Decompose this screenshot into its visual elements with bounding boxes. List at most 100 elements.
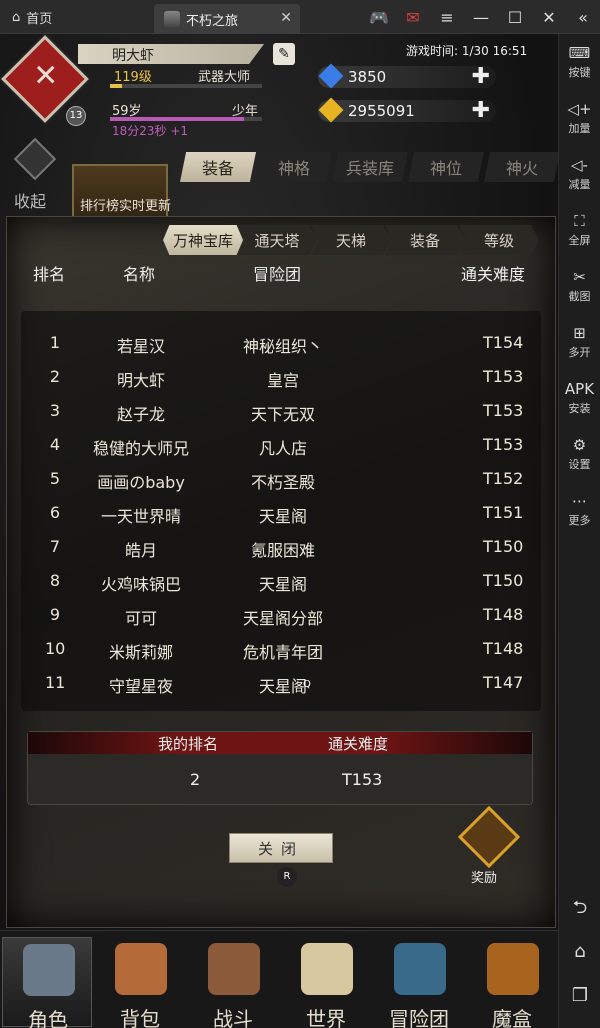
- ranking-tab-3[interactable]: 装备: [385, 225, 465, 255]
- magic-box-icon: [487, 943, 539, 995]
- xp-bar: [110, 84, 262, 88]
- tab-1[interactable]: 神格: [256, 152, 332, 182]
- age-timer: 18分23秒 +1: [112, 124, 189, 138]
- sidebar-item-fullscreen[interactable]: ⛶ 全屏: [559, 202, 600, 258]
- sidebar-item-scissors[interactable]: ✂ 截图: [559, 258, 600, 314]
- sidebar-item-keyboard[interactable]: ⌨ 按键: [559, 34, 600, 90]
- mail-icon[interactable]: ✉: [396, 8, 430, 27]
- tab-2[interactable]: 兵装库: [332, 152, 408, 182]
- nav-item-5[interactable]: 魔盒: [467, 937, 557, 1028]
- table-row[interactable]: 8 火鸡味锅巴 天星阁 T150: [21, 565, 541, 599]
- table-row[interactable]: 4 稳健的大师兄 凡人店 T153: [21, 429, 541, 463]
- tab-4[interactable]: 神火: [484, 152, 558, 182]
- nav-item-label: 角色: [28, 1008, 68, 1028]
- row-rank: 7: [49, 537, 61, 556]
- table-row[interactable]: 5 画画のbaby 不朽圣殿 T152: [21, 463, 541, 497]
- row-difficulty: T153: [483, 435, 524, 454]
- collapse-sidebar-icon[interactable]: «: [566, 8, 600, 27]
- volume-up-icon: ◁+: [567, 99, 592, 118]
- edit-icon[interactable]: ✎: [273, 43, 295, 65]
- ranking-panel: 万神宝库 通天塔 天梯 装备 等级 排名 名称 冒险团 通关难度 1 若星汉 神秘组织丶 T1…: [6, 216, 556, 928]
- close-button[interactable]: 关闭: [229, 833, 333, 863]
- nav-item-3[interactable]: 世界: [281, 937, 371, 1028]
- sidebar-item-apk[interactable]: APK 安装: [559, 370, 600, 426]
- row-difficulty: T154: [483, 333, 524, 352]
- table-row[interactable]: 9 可可 天星阁分部 T148: [21, 599, 541, 633]
- add-gold-icon[interactable]: ✚: [472, 98, 490, 123]
- diamond-icon: [318, 63, 344, 89]
- table-row[interactable]: 10 米斯莉娜 危机青年团 T148: [21, 633, 541, 667]
- ranking-table[interactable]: 1 若星汉 神秘组织丶 T154 2 明大虾 皇宫 T153 3 赵子龙 天下无双 T153 4 稳健的大…: [21, 311, 541, 711]
- row-difficulty: T150: [483, 537, 524, 556]
- game-viewport: 13 明大虾 ✎ 119级 武器大师 59岁 少年 18分23秒 +1 游戏时间…: [0, 34, 558, 1028]
- col-difficulty: 通关难度: [461, 265, 526, 284]
- r-key-hint: R: [277, 867, 297, 887]
- sidebar-item-gear[interactable]: ⚙ 设置: [559, 426, 600, 482]
- tab-0[interactable]: 装备: [180, 152, 256, 182]
- sidebar-item-more[interactable]: ⋯ 更多: [559, 482, 600, 538]
- table-row[interactable]: 2 明大虾 皇宫 T153: [21, 361, 541, 395]
- home-tab[interactable]: ⌂ 首页: [12, 0, 52, 34]
- player-name: 明大虾: [112, 48, 154, 64]
- equipment-tabs: 装备神格兵装库神位神火W: [180, 152, 558, 182]
- col-name: 名称: [123, 265, 156, 284]
- nav-item-4[interactable]: 冒险团: [374, 937, 464, 1028]
- my-rank-label: 我的排名: [158, 735, 219, 753]
- nav-item-1[interactable]: 背包: [95, 937, 185, 1028]
- collapse-button[interactable]: 收起: [10, 137, 62, 211]
- age-bar: [110, 117, 262, 121]
- sidebar-item-label: 多开: [568, 345, 591, 359]
- row-rank: 4: [49, 435, 61, 454]
- sidebar-item-label: 设置: [568, 457, 591, 471]
- volume-down-icon: ◁-: [571, 155, 588, 174]
- col-rank: 排名: [33, 265, 66, 284]
- gold-icon: [318, 97, 344, 123]
- row-rank: 8: [49, 571, 61, 590]
- maximize-icon[interactable]: ☐: [498, 8, 532, 27]
- table-header: 排名 名称 冒险团 通关难度: [7, 261, 557, 285]
- nav-item-0[interactable]: 角色: [2, 937, 92, 1028]
- table-row[interactable]: 11 守望星夜 天星阁 T147: [21, 667, 541, 701]
- my-difficulty-value: T153: [342, 770, 383, 789]
- treasure-chest-icon: [457, 805, 521, 869]
- table-row[interactable]: 1 若星汉 神秘组织丶 T154: [21, 327, 541, 361]
- sidebar-item-multi-open[interactable]: ⊞ 多开: [559, 314, 600, 370]
- diamond-value: 3850: [348, 68, 387, 86]
- row-rank: 11: [45, 673, 66, 692]
- minimize-icon[interactable]: —: [464, 8, 498, 27]
- player-title: 武器大师: [198, 70, 251, 85]
- nav-item-2[interactable]: 战斗: [188, 937, 278, 1028]
- row-rank: 1: [49, 333, 61, 352]
- reward-button[interactable]: 奖励: [457, 805, 521, 886]
- back-icon[interactable]: ⮌: [559, 886, 600, 930]
- game-tab[interactable]: 不朽之旅 ✕: [154, 4, 300, 34]
- ranking-tab-1[interactable]: 通天塔: [237, 225, 317, 255]
- table-row[interactable]: 6 一天世界晴 天星阁 T151: [21, 497, 541, 531]
- nav-item-label: 冒险团: [389, 1007, 449, 1028]
- gear-icon: ⚙: [572, 435, 587, 454]
- home-button-icon[interactable]: ⌂: [559, 930, 600, 974]
- my-rank-value: 2: [190, 770, 201, 789]
- sidebar-item-label: 截图: [568, 289, 591, 303]
- emulator-titlebar: ⌂ 首页 不朽之旅 ✕ 🎮 ✉ ≡ — ☐ ✕ «: [0, 0, 600, 34]
- game-tab-label: 不朽之旅: [186, 13, 239, 29]
- menu-icon[interactable]: ≡: [430, 8, 464, 27]
- ranking-tab-4[interactable]: 等级: [459, 225, 539, 255]
- row-rank: 10: [45, 639, 66, 658]
- table-row[interactable]: 7 皓月 氪服困难 T150: [21, 531, 541, 565]
- close-tab-icon[interactable]: ✕: [280, 10, 292, 26]
- table-row[interactable]: 3 赵子龙 天下无双 T153: [21, 395, 541, 429]
- rank-live-notice: 排行榜实时更新: [80, 199, 172, 214]
- close-icon[interactable]: ✕: [532, 8, 566, 27]
- ranking-tab-0[interactable]: 万神宝库: [163, 225, 243, 255]
- col-guild: 冒险团: [253, 265, 302, 284]
- row-rank: 6: [49, 503, 61, 522]
- recent-apps-icon[interactable]: ❐: [559, 974, 600, 1018]
- sidebar-item-volume-up[interactable]: ◁+ 加量: [559, 90, 600, 146]
- home-icon: ⌂: [12, 9, 21, 25]
- tab-3[interactable]: 神位: [408, 152, 484, 182]
- ranking-tab-2[interactable]: 天梯: [311, 225, 391, 255]
- add-diamond-icon[interactable]: ✚: [472, 64, 490, 89]
- gamepad-icon[interactable]: 🎮: [362, 8, 396, 27]
- sidebar-item-volume-down[interactable]: ◁- 减量: [559, 146, 600, 202]
